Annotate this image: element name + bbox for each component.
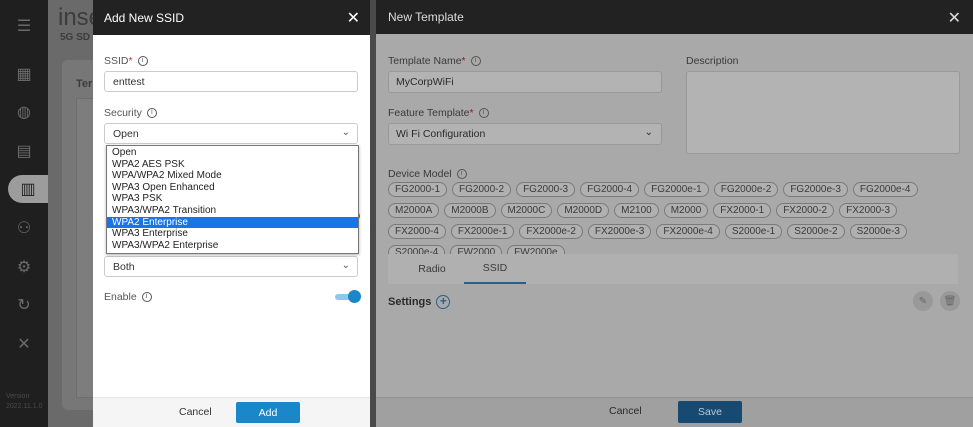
- version-value: 2022.11.1.0: [6, 403, 43, 410]
- add-ssid-title: Add New SSID: [104, 10, 185, 25]
- settings-icon[interactable]: ⚙: [10, 253, 38, 281]
- feature-template-label: Feature Template* i: [388, 107, 489, 119]
- add-ssid-header: Add New SSID: [93, 0, 370, 35]
- delete-icon[interactable]: 🗑: [940, 291, 960, 311]
- device-model-chip[interactable]: FG2000-3: [516, 182, 576, 197]
- globe-icon[interactable]: ◍: [10, 98, 38, 126]
- device-model-label: Device Model i: [388, 168, 467, 180]
- template-cancel-button[interactable]: Cancel: [609, 405, 642, 417]
- close-icon[interactable]: ✕: [948, 8, 961, 28]
- device-model-chip[interactable]: FX2000-2: [776, 203, 835, 218]
- template-footer: Cancel Save: [376, 397, 973, 427]
- device-model-chip[interactable]: FG2000-1: [388, 182, 448, 197]
- security-option[interactable]: WPA3/WPA2 Enterprise: [107, 240, 358, 252]
- band-select[interactable]: Both ⌄: [104, 256, 358, 277]
- device-model-chip[interactable]: M2000A: [388, 203, 440, 218]
- templates-icon[interactable]: ▥: [8, 175, 48, 203]
- template-tabs: Radio SSID: [388, 254, 958, 284]
- device-model-chip[interactable]: FG2000e-2: [713, 182, 779, 197]
- close-icon[interactable]: ✕: [347, 8, 360, 28]
- security-option-highlighted[interactable]: WPA2 Enterprise: [107, 216, 358, 229]
- tab-radio[interactable]: Radio: [388, 254, 476, 284]
- device-model-chip[interactable]: FG2000-4: [580, 182, 640, 197]
- feature-template-select[interactable]: Wi Fi Configuration ⌄: [388, 123, 662, 145]
- device-model-chip[interactable]: M2000D: [557, 203, 610, 218]
- security-option[interactable]: WPA2 AES PSK: [107, 159, 358, 171]
- info-icon: i: [478, 108, 489, 119]
- info-icon: i: [141, 292, 152, 303]
- tab-ssid[interactable]: SSID: [464, 254, 526, 284]
- device-model-chip[interactable]: M2000B: [444, 203, 496, 218]
- device-model-chip[interactable]: M2000C: [500, 203, 553, 218]
- device-model-chip[interactable]: M2100: [614, 203, 659, 218]
- info-icon: i: [456, 169, 467, 180]
- devices-icon[interactable]: ▤: [10, 137, 38, 165]
- info-icon: i: [137, 56, 148, 67]
- menu-icon[interactable]: ☰: [10, 12, 38, 40]
- edit-icon[interactable]: ✎: [913, 291, 933, 311]
- panel-divider: [370, 0, 376, 427]
- device-model-chip[interactable]: FG2000-2: [452, 182, 512, 197]
- device-model-chip[interactable]: FX2000e-1: [450, 224, 515, 239]
- enable-toggle-knob: [348, 290, 361, 303]
- version-label: Version: [6, 393, 30, 400]
- info-icon: i: [470, 56, 481, 67]
- enable-label: Enable i: [104, 291, 152, 303]
- security-option[interactable]: WPA3 PSK: [107, 193, 358, 205]
- template-name-label: Template Name* i: [388, 55, 481, 67]
- device-model-chip[interactable]: S2000e-3: [849, 224, 907, 239]
- security-option[interactable]: Open: [107, 147, 358, 159]
- chevron-down-icon: ⌄: [341, 260, 350, 271]
- security-dropdown: Open WPA2 AES PSK WPA/WPA2 Mixed Mode WP…: [106, 145, 359, 254]
- description-textarea[interactable]: [686, 71, 960, 154]
- security-option[interactable]: WPA/WPA2 Mixed Mode: [107, 170, 358, 182]
- info-icon: i: [146, 108, 157, 119]
- add-ssid-modal: Add New SSID ✕ SSID* i enttest Security i …: [93, 0, 370, 427]
- add-icon[interactable]: +: [436, 295, 451, 309]
- device-model-chip[interactable]: FX2000e-2: [519, 224, 583, 239]
- ssid-label: SSID* i: [104, 55, 148, 67]
- add-ssid-footer: Cancel Add: [93, 397, 370, 427]
- chevron-down-icon: ⌄: [644, 127, 653, 138]
- device-model-chip[interactable]: M2000: [663, 203, 709, 218]
- device-model-chip[interactable]: FX2000e-3: [587, 224, 652, 239]
- template-save-button[interactable]: Save: [678, 401, 742, 423]
- device-model-chip[interactable]: FG2000e-4: [852, 182, 918, 197]
- device-model-chip[interactable]: FG2000e-3: [783, 182, 848, 197]
- security-option[interactable]: WPA3 Open Enhanced: [107, 182, 358, 194]
- security-label: Security i: [104, 107, 157, 119]
- security-option[interactable]: WPA3/WPA2 Transition: [107, 205, 358, 217]
- new-template-header: New Template: [376, 0, 973, 34]
- device-model-chip[interactable]: FG2000e-1: [644, 182, 709, 197]
- ssid-cancel-button[interactable]: Cancel: [179, 406, 212, 418]
- device-model-chip[interactable]: FX2000-3: [839, 203, 898, 218]
- chevron-down-icon: ⌄: [341, 127, 350, 138]
- ssid-input[interactable]: enttest: [104, 71, 358, 92]
- users-icon[interactable]: ⚇: [10, 214, 38, 242]
- sync-icon[interactable]: ↻: [10, 291, 38, 319]
- enable-toggle[interactable]: [335, 290, 361, 304]
- settings-label: Settings: [388, 296, 432, 308]
- device-model-chip[interactable]: FX2000-4: [388, 224, 446, 239]
- settings-section: Settings +: [388, 295, 451, 309]
- app-subtitle: 5G SD: [60, 32, 91, 43]
- app-sidebar: ☰ ▦ ◍ ▤ ▥ ⚇ ⚙ ↻ ✕ Version 2022.11.1.0: [0, 0, 48, 427]
- new-template-title: New Template: [388, 10, 464, 24]
- new-template-panel: New Template ✕ Template Name* i MyCorpWiF…: [376, 0, 973, 427]
- tools-icon[interactable]: ✕: [10, 330, 38, 358]
- background-card-tab: Ter: [76, 78, 93, 90]
- version-info: Version 2022.11.1.0: [6, 392, 42, 412]
- device-model-chip[interactable]: S2000e-1: [724, 224, 783, 239]
- dashboard-icon[interactable]: ▦: [10, 60, 38, 88]
- ssid-add-button[interactable]: Add: [236, 402, 300, 423]
- template-name-input[interactable]: MyCorpWiFi: [388, 71, 662, 93]
- device-model-chips: FG2000-1 FG2000-2 FG2000-3 FG2000-4 FG20…: [388, 182, 958, 260]
- device-model-chip[interactable]: S2000e-2: [787, 224, 845, 239]
- security-option[interactable]: WPA3 Enterprise: [107, 228, 358, 240]
- description-label: Description: [686, 55, 739, 67]
- device-model-chip[interactable]: FX2000e-4: [656, 224, 720, 239]
- device-model-chip[interactable]: FX2000-1: [713, 203, 772, 218]
- security-select[interactable]: Open ⌄: [104, 123, 358, 144]
